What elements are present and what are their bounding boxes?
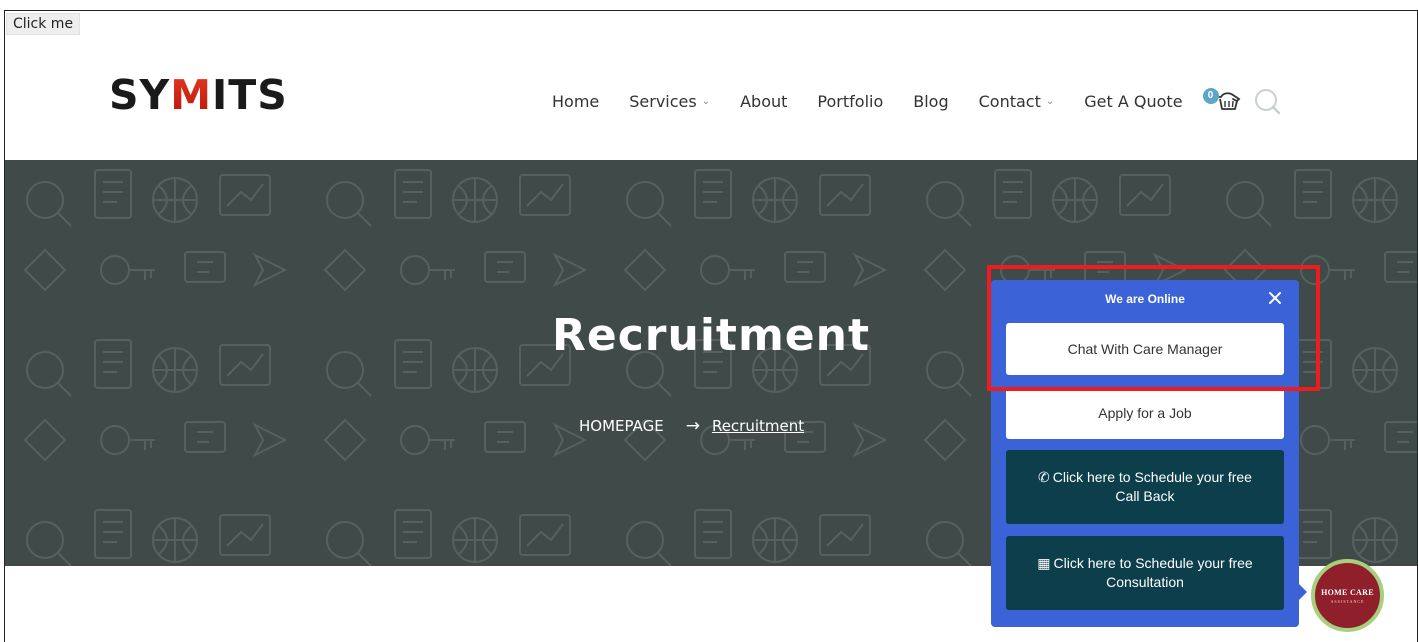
nav-portfolio[interactable]: Portfolio — [817, 92, 883, 111]
nav-home[interactable]: Home — [552, 92, 599, 111]
cart-count-badge: 0 — [1202, 88, 1219, 104]
logo-prefix: SY — [109, 71, 171, 119]
chat-with-care-manager-label: Chat With Care Manager — [1067, 341, 1223, 357]
nav-blog-label: Blog — [913, 91, 949, 111]
click-me-button[interactable]: Click me — [6, 13, 81, 35]
calendar-icon: ▦ — [1037, 555, 1051, 571]
chat-pointer-arrow — [1299, 584, 1307, 600]
home-care-launcher-button[interactable]: HOME CARE ASSISTANCE — [1311, 559, 1384, 632]
nav-about[interactable]: About — [740, 92, 787, 111]
main-nav: Home Services ⌄ About Portfolio Blog Cont… — [552, 87, 1281, 115]
nav-services-label: Services — [629, 91, 697, 111]
chevron-down-icon: ⌄ — [701, 95, 711, 107]
schedule-call-back-text: Click here to Schedule your free — [1052, 469, 1252, 485]
nav-about-label: About — [740, 91, 788, 111]
nav-get-a-quote[interactable]: Get A Quote — [1084, 92, 1182, 111]
schedule-consultation-line2: Consultation — [1106, 574, 1184, 590]
cart-button[interactable]: 0 — [1202, 87, 1243, 115]
apply-for-job-label: Apply for a Job — [1098, 405, 1192, 421]
schedule-consultation-text: Click here to Schedule your free — [1053, 555, 1253, 571]
nav-contact-label: Contact — [978, 91, 1041, 111]
site-header: SYMITS Home Services ⌄ About Portfolio Bl… — [5, 11, 1417, 161]
breadcrumb-home-link[interactable]: HOMEPAGE — [579, 417, 664, 435]
schedule-consultation-line1: ▦ Click here to Schedule your free — [1037, 554, 1252, 573]
breadcrumb-current[interactable]: Recruitment — [712, 417, 804, 435]
arrow-right-icon: → — [685, 416, 700, 436]
nav-blog[interactable]: Blog — [913, 92, 948, 111]
schedule-call-back-line1: ✆ Click here to Schedule your free — [1038, 468, 1252, 487]
nav-contact[interactable]: Contact ⌄ — [979, 92, 1055, 111]
nav-services[interactable]: Services ⌄ — [629, 92, 710, 111]
chat-status: We are Online — [1105, 292, 1185, 306]
chevron-down-icon: ⌄ — [1045, 95, 1055, 107]
logo-m: M — [170, 71, 213, 119]
logo-suffix: ITS — [212, 71, 288, 119]
nav-home-label: Home — [552, 91, 600, 111]
chat-widget-panel: We are Online Chat With Care Manager App… — [991, 280, 1299, 627]
site-logo[interactable]: SYMITS — [109, 71, 288, 119]
close-icon[interactable] — [1268, 291, 1282, 305]
apply-for-job-button[interactable]: Apply for a Job — [1006, 387, 1284, 439]
schedule-consultation-button[interactable]: ▦ Click here to Schedule your free Consul… — [1006, 536, 1284, 610]
chat-with-care-manager-button[interactable]: Chat With Care Manager — [1006, 323, 1284, 375]
schedule-call-back-line2: Call Back — [1115, 488, 1175, 504]
search-icon[interactable] — [1253, 87, 1281, 115]
nav-quote-label: Get A Quote — [1084, 91, 1183, 111]
launcher-main-text: HOME CARE — [1321, 587, 1374, 597]
breadcrumb: HOMEPAGE → Recruitment — [579, 416, 804, 436]
phone-icon: ✆ — [1038, 469, 1050, 485]
nav-portfolio-label: Portfolio — [817, 91, 884, 111]
launcher-sub-text: ASSISTANCE — [1330, 598, 1365, 604]
schedule-call-back-button[interactable]: ✆ Click here to Schedule your free Call B… — [1006, 450, 1284, 524]
